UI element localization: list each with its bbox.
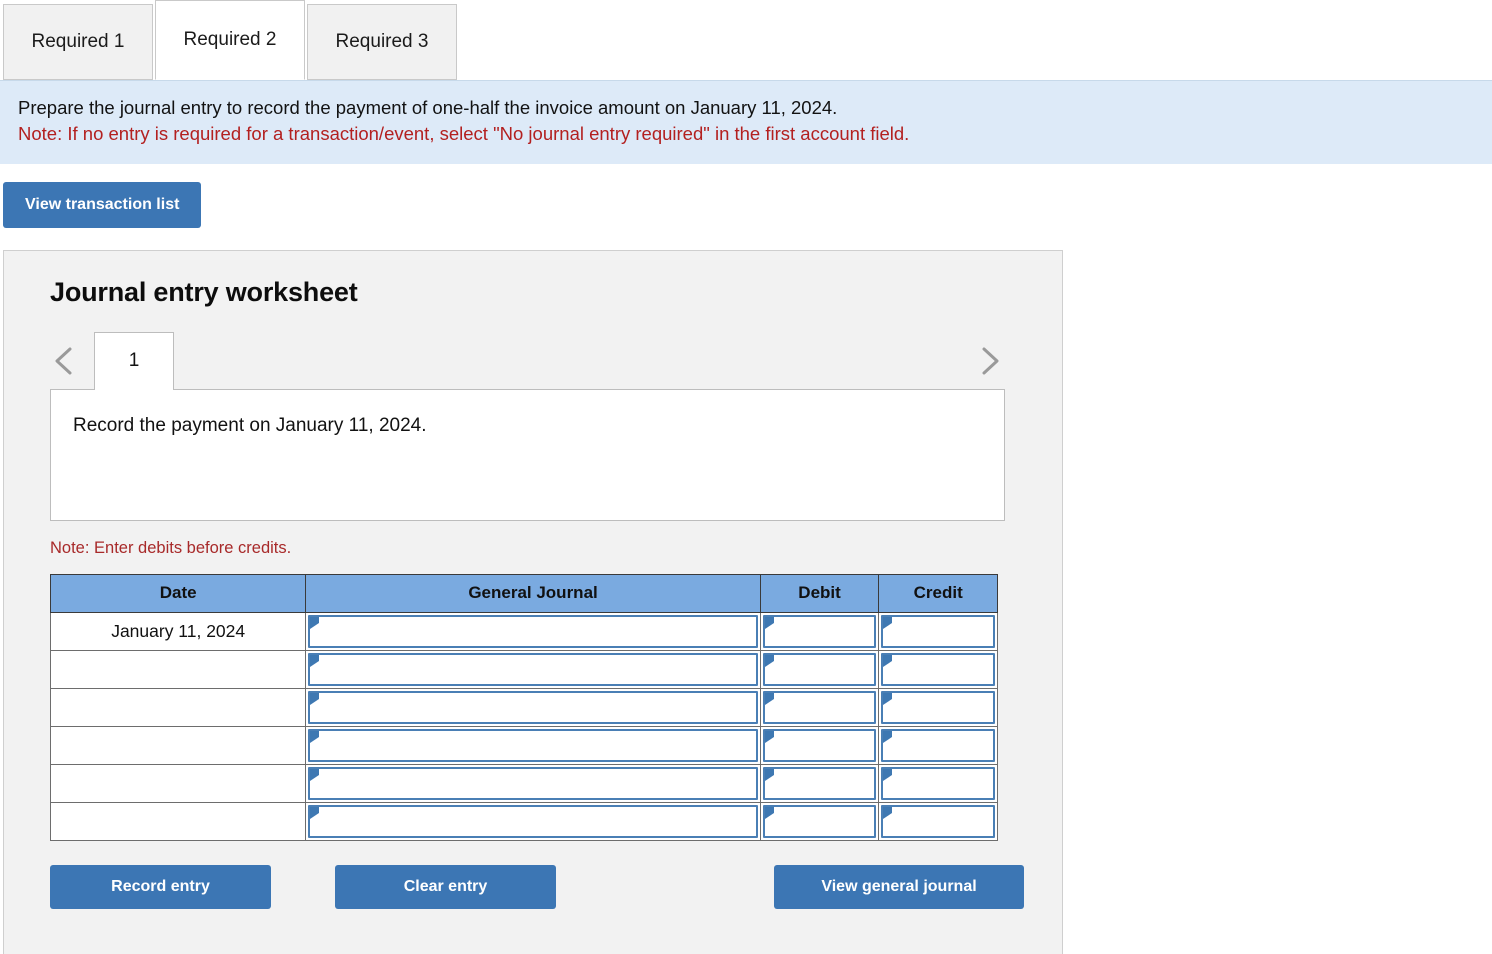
worksheet-actions: Record entry Clear entry View general jo… [4, 841, 1062, 937]
table-row: January 11, 2024 [49, 611, 998, 651]
cell-date [49, 687, 307, 727]
chevron-right-icon[interactable] [976, 344, 1004, 378]
cell-general-journal[interactable] [305, 611, 761, 651]
tab-required-1-label: Required 1 [31, 31, 125, 52]
record-entry-button[interactable]: Record entry [50, 864, 271, 909]
column-header-credit: Credit [878, 573, 998, 613]
chevron-left-icon[interactable] [50, 344, 78, 378]
credit-input[interactable] [881, 766, 995, 800]
table-row [49, 649, 998, 689]
cell-date: January 11, 2024 [49, 611, 307, 651]
instruction-prompt: Prepare the journal entry to record the … [18, 97, 838, 118]
worksheet-description-text: Record the payment on January 11, 2024. [73, 414, 427, 436]
worksheet-page-tabs: 1 [94, 331, 174, 390]
toolbar: View transaction list [0, 164, 1492, 228]
worksheet-page-tab-1-label: 1 [128, 350, 140, 372]
cell-debit[interactable] [759, 611, 880, 651]
journal-table-header-row: Date General Journal Debit Credit [49, 573, 998, 613]
table-row [49, 687, 998, 727]
journal-table-body: January 11, 2024 [49, 611, 998, 841]
credit-input[interactable] [881, 804, 995, 838]
credit-input[interactable] [881, 690, 995, 724]
cell-credit[interactable] [878, 801, 998, 841]
tab-required-3-label: Required 3 [335, 31, 429, 52]
general-journal-input[interactable] [308, 614, 758, 648]
general-journal-input[interactable] [308, 804, 758, 838]
debits-before-credits-note: Note: Enter debits before credits. [50, 538, 292, 557]
credit-input[interactable] [881, 652, 995, 686]
cell-credit[interactable] [878, 611, 998, 651]
credit-input[interactable] [881, 614, 995, 648]
debit-input[interactable] [762, 804, 877, 838]
cell-debit[interactable] [759, 725, 880, 765]
cell-date [49, 763, 307, 803]
instruction-note: Note: If no entry is required for a tran… [18, 123, 910, 145]
worksheet-page-tab-1[interactable]: 1 [94, 331, 174, 390]
cell-general-journal[interactable] [305, 725, 761, 765]
credit-input[interactable] [881, 728, 995, 762]
debit-input[interactable] [762, 614, 877, 648]
tab-required-2[interactable]: Required 2 [155, 0, 305, 80]
general-journal-input[interactable] [308, 652, 758, 686]
debit-input[interactable] [762, 652, 877, 686]
worksheet-description-box: Record the payment on January 11, 2024. [50, 388, 1005, 521]
cell-credit[interactable] [878, 687, 998, 727]
view-general-journal-button[interactable]: View general journal [774, 864, 1024, 909]
general-journal-input[interactable] [308, 690, 758, 724]
instruction-banner: Prepare the journal entry to record the … [0, 80, 1492, 164]
journal-table-wrap: Date General Journal Debit Credit Januar… [4, 558, 1062, 841]
column-header-debit: Debit [759, 573, 880, 613]
table-row [49, 801, 998, 841]
cell-credit[interactable] [878, 763, 998, 803]
required-tab-strip: Required 1 Required 2 Required 3 [0, 0, 1492, 80]
cell-general-journal[interactable] [305, 763, 761, 803]
journal-entry-worksheet-panel: Journal entry worksheet 1 Record the pay… [3, 249, 1063, 954]
tab-required-1[interactable]: Required 1 [3, 4, 153, 80]
journal-entry-table: Date General Journal Debit Credit Januar… [49, 573, 998, 841]
general-journal-input[interactable] [308, 728, 758, 762]
column-header-date: Date [49, 573, 307, 613]
clear-entry-button[interactable]: Clear entry [335, 864, 556, 909]
debit-input[interactable] [762, 690, 877, 724]
cell-credit[interactable] [878, 649, 998, 689]
cell-date [49, 801, 307, 841]
column-header-general-journal: General Journal [305, 573, 761, 613]
cell-date [49, 725, 307, 765]
view-transaction-list-button[interactable]: View transaction list [3, 181, 202, 228]
cell-debit[interactable] [759, 763, 880, 803]
cell-date [49, 649, 307, 689]
debit-input[interactable] [762, 728, 877, 762]
general-journal-input[interactable] [308, 766, 758, 800]
table-row [49, 763, 998, 803]
cell-credit[interactable] [878, 725, 998, 765]
table-row [49, 725, 998, 765]
cell-general-journal[interactable] [305, 801, 761, 841]
page-title: Journal entry worksheet [50, 276, 358, 307]
tab-required-3[interactable]: Required 3 [307, 4, 457, 80]
cell-general-journal[interactable] [305, 649, 761, 689]
debit-input[interactable] [762, 766, 877, 800]
tab-required-2-label: Required 2 [183, 29, 277, 50]
cell-debit[interactable] [759, 649, 880, 689]
worksheet-pager: 1 [4, 331, 1062, 390]
cell-debit[interactable] [759, 687, 880, 727]
cell-debit[interactable] [759, 801, 880, 841]
cell-general-journal[interactable] [305, 687, 761, 727]
